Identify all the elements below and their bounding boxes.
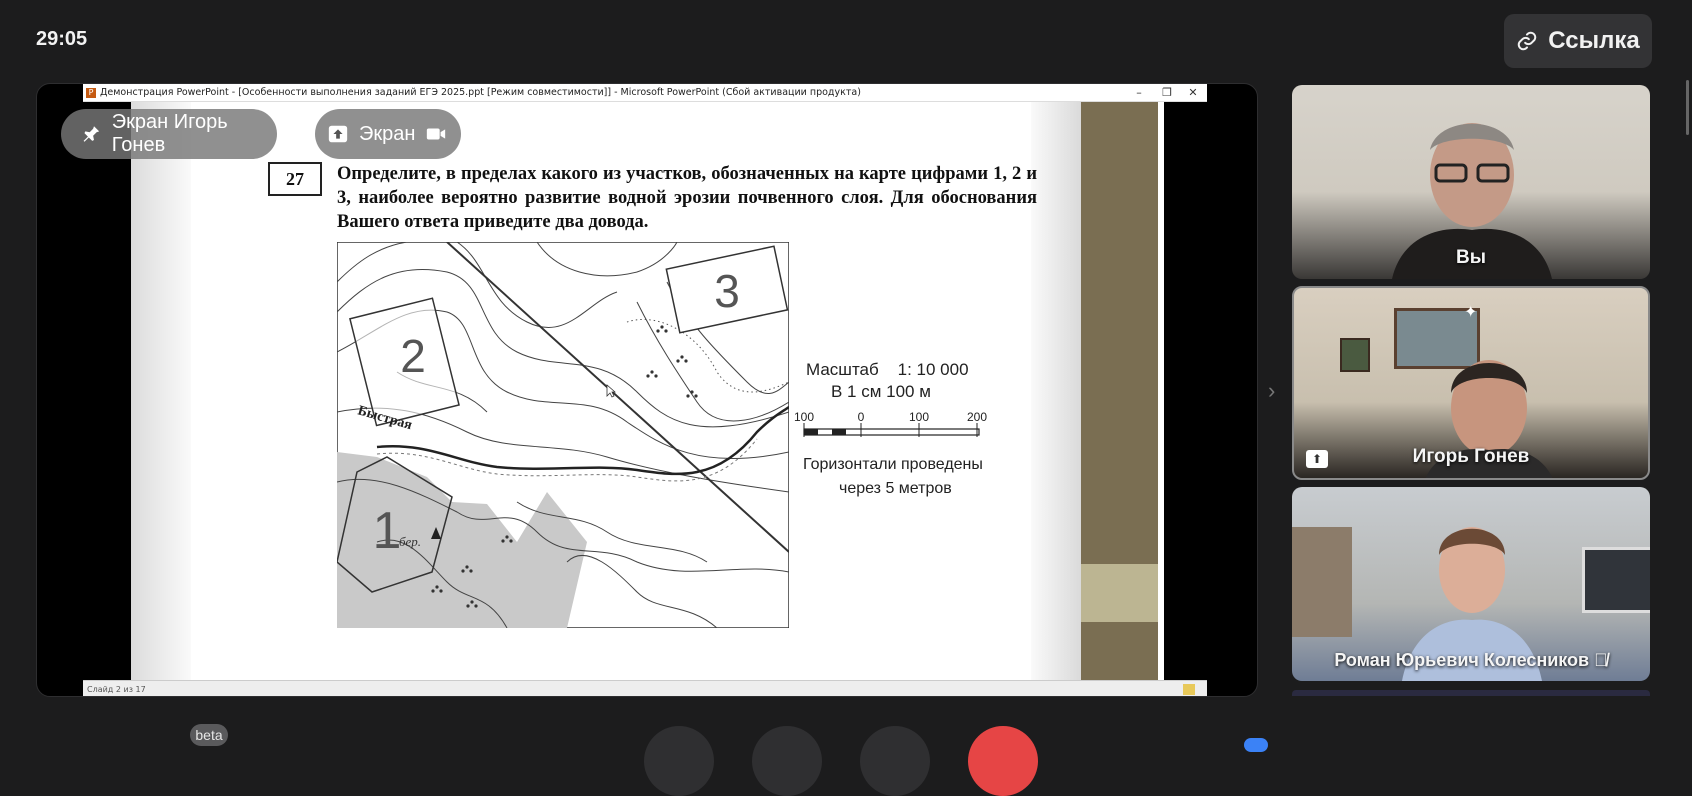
slide-gradient-left <box>131 102 191 682</box>
chevron-right-icon[interactable]: › <box>1268 378 1275 404</box>
microphone-button[interactable] <box>644 726 714 796</box>
slide-decor-block <box>1081 564 1158 622</box>
slide-gradient-right <box>1031 102 1081 682</box>
slide-viewport: 27 Определите, в пределах какого из учас… <box>83 102 1207 696</box>
powerpoint-app-icon: P <box>86 87 96 98</box>
participant-name: Вы <box>1456 247 1486 268</box>
copy-link-label: Ссылка <box>1548 27 1640 54</box>
pin-icon <box>83 126 100 142</box>
scrollbar-thumb[interactable] <box>1686 80 1689 135</box>
slide: 27 Определите, в пределах какого из учас… <box>131 102 1164 682</box>
powerpoint-window: P Демонстрация PowerPoint - [Особенности… <box>83 84 1207 696</box>
topographic-map: 3 2 1 Быстрая бер. <box>337 242 789 628</box>
scale-tick-zero: 0 <box>858 410 865 424</box>
mic-muted-icon: 🎙̸ <box>1594 650 1608 670</box>
area-3-label: 3 <box>714 265 740 317</box>
participant-tile-roman[interactable]: Роман Юрьевич Колесников 🎙̸ <box>1292 487 1650 681</box>
screen-share-stage[interactable]: P Демонстрация PowerPoint - [Особенности… <box>36 83 1258 697</box>
area-2-label: 2 <box>400 330 426 382</box>
scale-tick-left: 100 <box>794 410 814 424</box>
background-monitor <box>1582 547 1650 613</box>
close-window-button[interactable]: ✕ <box>1179 84 1207 101</box>
notes-icon[interactable] <box>1183 683 1195 695</box>
pinned-screen-pill[interactable]: Экран Игорь Гонев <box>61 109 277 159</box>
next-tile-edge <box>1292 690 1650 696</box>
contour-note-line2: через 5 метров <box>839 480 952 497</box>
minimize-button[interactable]: – <box>1125 84 1153 101</box>
screen-pill[interactable]: Экран <box>315 109 461 159</box>
camera-icon <box>427 128 446 140</box>
wall-frame <box>1340 338 1370 372</box>
pinned-indicator-icon: ✦ <box>1464 304 1478 321</box>
site-label: бер. <box>399 534 421 549</box>
area-1-label: 1 <box>373 502 402 560</box>
participant-name: Роман Юрьевич Колесников <box>1334 650 1590 670</box>
call-timer: 29:05 <box>36 28 88 50</box>
scale-tick-200: 200 <box>967 410 987 424</box>
contour-note-line1: Горизонтали проведены <box>803 456 983 473</box>
share-screen-icon <box>328 125 348 143</box>
copy-link-button[interactable]: Ссылка <box>1504 14 1652 68</box>
participant-tile-self[interactable]: Вы <box>1292 85 1650 279</box>
pinned-screen-label: Экран Игорь Гонев <box>111 111 228 156</box>
participant-name: Игорь Гонев <box>1412 446 1530 467</box>
screen-share-button[interactable] <box>860 726 930 796</box>
link-icon <box>1518 31 1537 51</box>
mouse-cursor-icon <box>606 384 616 398</box>
participant-name-row: Роман Юрьевич Колесников 🎙̸ <box>1292 650 1650 671</box>
camera-button[interactable] <box>752 726 822 796</box>
participants-count-badge <box>1244 738 1268 752</box>
scale-tick-100: 100 <box>909 410 929 424</box>
background-shelf <box>1292 527 1352 637</box>
window-title: Демонстрация PowerPoint - [Особенности в… <box>100 87 861 98</box>
screen-pill-label: Экран <box>359 122 416 145</box>
powerpoint-title-bar: P Демонстрация PowerPoint - [Особенности… <box>83 84 1207 102</box>
question-number: 27 <box>268 162 322 196</box>
powerpoint-status-bar: Слайд 2 из 17 <box>83 680 1207 696</box>
scale-title: Масштаб 1: 10 000 <box>806 360 969 379</box>
slide-counter: Слайд 2 из 17 <box>87 684 146 694</box>
question-text: Определите, в пределах какого из участко… <box>337 164 1037 232</box>
scale-subtitle: В 1 см 100 м <box>831 382 931 401</box>
restore-button[interactable]: ❐ <box>1153 84 1181 101</box>
scale-bar: 100 0 100 200 <box>794 410 987 437</box>
end-call-button[interactable] <box>968 726 1038 796</box>
participant-tile-igor[interactable]: ✦ ⬆ Игорь Гонев <box>1292 286 1650 480</box>
